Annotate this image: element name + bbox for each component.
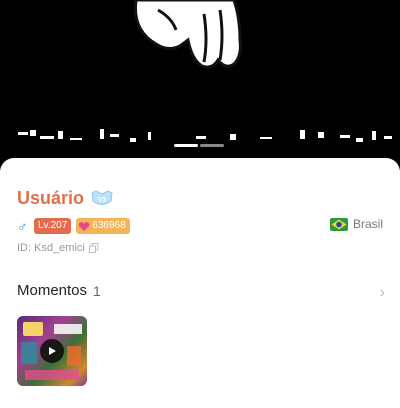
moment-video-thumbnail[interactable] <box>17 316 87 386</box>
page-dot <box>200 144 224 147</box>
moments-count: 1 <box>93 282 101 299</box>
user-id-row[interactable]: ID: Ksd_emici <box>17 242 99 254</box>
profile-header-image[interactable] <box>0 0 400 160</box>
cartoon-sticker-image <box>133 0 242 69</box>
thumbnail-graphic <box>25 370 79 380</box>
vip-badge-icon: V3 <box>90 189 114 208</box>
chevron-right-icon[interactable]: › <box>380 284 385 302</box>
user-id: ID: Ksd_emici <box>17 242 85 254</box>
moments-section-header[interactable]: Momentos 1 › <box>17 282 385 302</box>
moments-label: Momentos <box>17 282 88 299</box>
page-dot-active <box>174 144 198 147</box>
copy-icon[interactable] <box>88 243 99 253</box>
country-info: Brasil <box>329 217 383 231</box>
level-badge[interactable]: Lv.207 <box>34 218 72 234</box>
brazil-flag-icon <box>329 217 348 231</box>
name-row: Usuário V3 <box>17 188 114 209</box>
thumbnail-graphic <box>67 346 81 366</box>
profile-card: Usuário V3 ♂ Lv.207 636968 Brasil ID: Ks… <box>0 158 400 408</box>
thumbnail-graphic <box>23 322 43 336</box>
image-page-indicator <box>174 144 224 147</box>
thumbnail-graphic <box>54 324 82 334</box>
vip-badge-label: V3 <box>98 197 107 204</box>
heart-gem-icon <box>79 221 90 231</box>
wealth-badge[interactable]: 636968 <box>76 218 130 234</box>
username: Usuário <box>17 188 85 208</box>
badge-row: ♂ Lv.207 636968 <box>17 218 130 234</box>
male-gender-icon: ♂ <box>17 218 28 234</box>
wealth-value: 636968 <box>92 220 126 231</box>
play-icon[interactable] <box>40 339 64 363</box>
thumbnail-graphic <box>21 342 37 364</box>
country-name: Brasil <box>352 217 383 231</box>
